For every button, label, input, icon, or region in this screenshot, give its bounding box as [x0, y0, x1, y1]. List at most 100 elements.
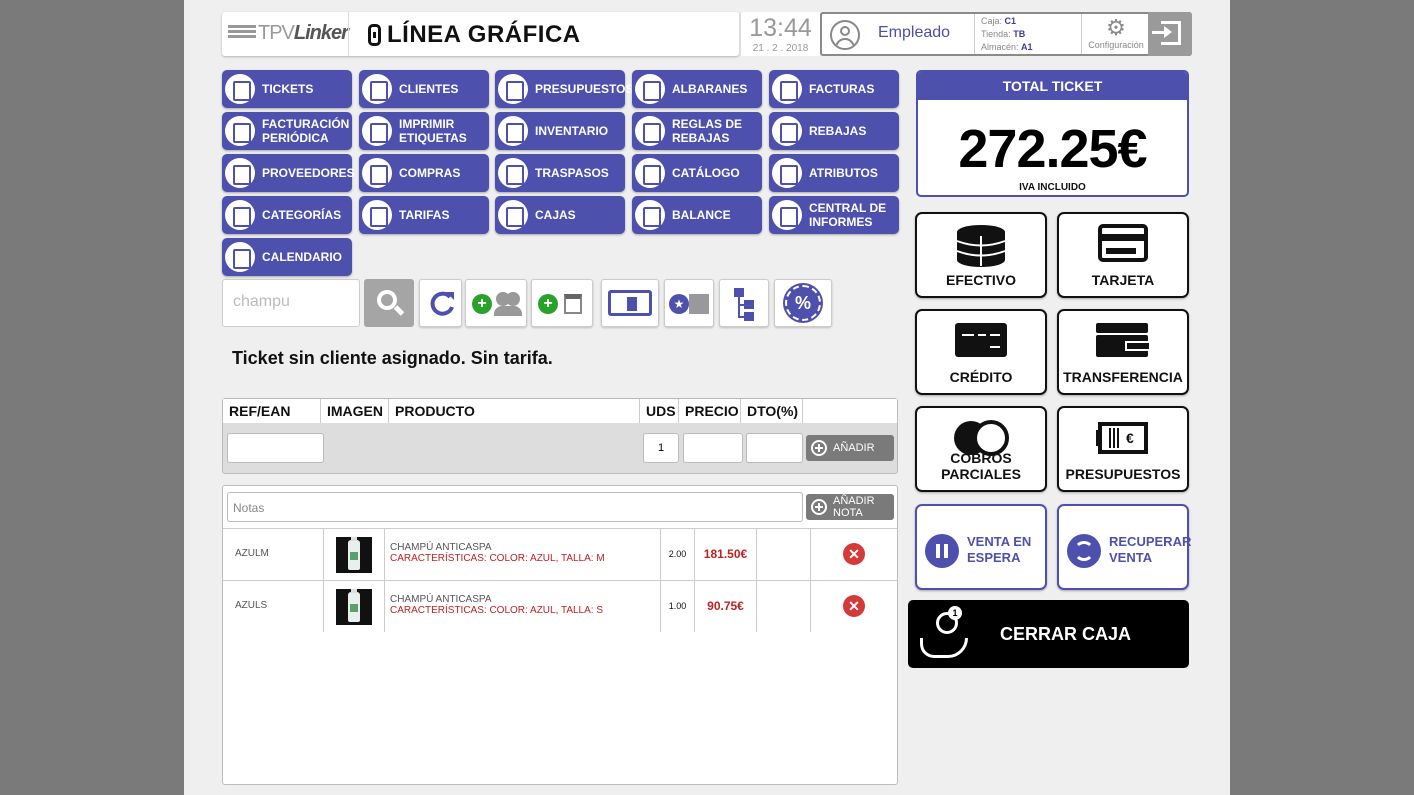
- user-avatar-icon[interactable]: [830, 20, 860, 50]
- categories-button[interactable]: [719, 279, 769, 327]
- plus-circle-icon: [811, 440, 827, 456]
- nav-label: IMPRIMIR ETIQUETAS: [399, 117, 467, 145]
- add-product-button[interactable]: AÑADIR: [806, 435, 894, 461]
- budgets-payment-button[interactable]: € PRESUPUESTOS: [1057, 406, 1189, 492]
- nav-calendario-button[interactable]: CALENDARIO: [222, 238, 352, 276]
- add-icon: +: [472, 294, 492, 314]
- product-features: CARACTERÍSTICAS: COLOR: AZUL, TALLA: M: [390, 553, 605, 564]
- nav-facturación-periódica-button[interactable]: FACTURACIÓN PERIÓDICA: [222, 112, 352, 150]
- invoice-icon: [772, 74, 802, 104]
- discount-rules-icon: [635, 116, 665, 146]
- partial-payments-button[interactable]: COBROS PARCIALES: [915, 406, 1047, 492]
- nav-tickets-button[interactable]: TICKETS: [222, 70, 352, 108]
- nav-proveedores-button[interactable]: PROVEEDORES: [222, 154, 355, 192]
- user-name[interactable]: Empleado: [878, 24, 950, 42]
- nav-label: ATRIBUTOS: [809, 166, 878, 180]
- line-uds[interactable]: 1.00: [661, 581, 695, 632]
- line-discount[interactable]: [757, 581, 811, 632]
- col-precio: PRECIO: [679, 399, 741, 423]
- logout-button[interactable]: [1148, 12, 1192, 56]
- refresh-button[interactable]: [419, 279, 462, 327]
- discount-input[interactable]: [746, 433, 803, 463]
- nav-label: PRESUPUESTOS: [535, 82, 634, 96]
- wallet-icon: [1096, 323, 1149, 357]
- store-info: Caja: C1 Tienda: TB Almacén: A1: [981, 16, 1033, 52]
- nav-label: REBAJAS: [809, 124, 867, 138]
- credit-payment-button[interactable]: CRÉDITO: [915, 309, 1047, 395]
- search-button[interactable]: [364, 279, 414, 327]
- nav-balance-button[interactable]: BALANCE: [632, 196, 762, 234]
- settings-button[interactable]: ⚙ Configuración: [1083, 16, 1149, 51]
- product-name: CHAMPÚ ANTICASPA: [390, 594, 492, 605]
- gift-card-icon: [608, 290, 652, 316]
- nav-label: CAJAS: [535, 208, 576, 222]
- product-name: CHAMPÚ ANTICASPA: [390, 542, 492, 553]
- cash-payment-button[interactable]: EFECTIVO: [915, 212, 1047, 298]
- col-imagen: IMAGEN: [321, 399, 389, 423]
- nav-compras-button[interactable]: COMPRAS: [359, 154, 489, 192]
- printer-icon: [362, 116, 392, 146]
- line-price[interactable]: 90.75€: [695, 581, 757, 632]
- discount-button[interactable]: %: [774, 279, 832, 327]
- nav-imprimir-etiquetas-button[interactable]: IMPRIMIR ETIQUETAS: [359, 112, 489, 150]
- add-supplier-button[interactable]: +: [531, 279, 593, 327]
- uds-input[interactable]: 1: [643, 433, 679, 463]
- nav-categorías-button[interactable]: CATEGORÍAS: [222, 196, 352, 234]
- plus-circle-icon: [811, 499, 827, 515]
- line-discount[interactable]: [757, 529, 811, 580]
- nav-rebajas-button[interactable]: REBAJAS: [769, 112, 899, 150]
- total-title: TOTAL TICKET: [918, 72, 1187, 100]
- line-uds[interactable]: 2.00: [661, 529, 695, 580]
- store-icon: [564, 294, 582, 314]
- product-image: [324, 581, 385, 632]
- credit-icon: [955, 323, 1007, 357]
- nav-inventario-button[interactable]: INVENTARIO: [495, 112, 625, 150]
- tienda-value: TB: [1013, 29, 1026, 39]
- table-row[interactable]: AZULS CHAMPÚ ANTICASPA CARACTERÍSTICAS: CO…: [223, 580, 897, 632]
- nav-atributos-button[interactable]: ATRIBUTOS: [769, 154, 899, 192]
- search-input[interactable]: champu: [222, 279, 360, 327]
- price-input[interactable]: [683, 433, 743, 463]
- nav-label: CENTRAL DE INFORMES: [809, 201, 887, 229]
- nav-catálogo-button[interactable]: CATÁLOGO: [632, 154, 762, 192]
- add-customer-button[interactable]: +: [465, 279, 527, 327]
- nav-cajas-button[interactable]: CAJAS: [495, 196, 625, 234]
- star-icon: ★: [669, 294, 689, 314]
- table-row[interactable]: AZULM CHAMPÚ ANTICASPA CARACTERÍSTICAS: CO…: [223, 528, 897, 580]
- add-note-button[interactable]: AÑADIR NOTA: [806, 494, 894, 520]
- company-name: LÍNEA GRÁFICA: [387, 21, 581, 48]
- nav-label: BALANCE: [672, 208, 731, 222]
- cash-stack-icon: [956, 225, 1006, 267]
- nav-central-de-informes-button[interactable]: CENTRAL DE INFORMES: [769, 196, 899, 234]
- close-register-button[interactable]: 1 CERRAR CAJA: [908, 600, 1189, 668]
- refresh-icon: [430, 291, 454, 316]
- nav-reglas-de-rebajas-button[interactable]: REGLAS DE REBAJAS: [632, 112, 762, 150]
- gift-card-button[interactable]: [601, 279, 659, 327]
- hold-sale-button[interactable]: VENTA EN ESPERA: [915, 504, 1047, 590]
- delete-icon[interactable]: ✕: [843, 595, 865, 617]
- user-panel: Empleado Caja: C1 Tienda: TB Almacén: A1…: [820, 12, 1192, 56]
- recover-sale-button[interactable]: RECUPERAR VENTA: [1057, 504, 1191, 590]
- tpvlinker-logo: TPVLinker: [228, 21, 349, 47]
- total-amount: 272.25€: [958, 119, 1147, 179]
- nav-label: COMPRAS: [399, 166, 461, 180]
- delete-icon[interactable]: ✕: [843, 543, 865, 565]
- card-payment-button[interactable]: TARJETA: [1057, 212, 1189, 298]
- nav-facturas-button[interactable]: FACTURAS: [769, 70, 899, 108]
- transfer-payment-button[interactable]: TRANSFERENCIA: [1057, 309, 1189, 395]
- notes-input[interactable]: Notas: [227, 492, 803, 522]
- ref-ean-input[interactable]: [227, 433, 324, 463]
- caja-value: C1: [1004, 16, 1017, 26]
- line-price[interactable]: 181.50€: [695, 529, 757, 580]
- nav-tarifas-button[interactable]: TARIFAS: [359, 196, 489, 234]
- nav-label: CLIENTES: [399, 82, 459, 96]
- nav-albaranes-button[interactable]: ALBARANES: [632, 70, 762, 108]
- nav-presupuestos-button[interactable]: PRESUPUESTOS: [495, 70, 633, 108]
- loyalty-button[interactable]: ★: [664, 279, 714, 327]
- pie-chart-icon: [772, 200, 802, 230]
- table-header: REF/EAN IMAGEN PRODUCTO UDS PRECIO DTO(%…: [223, 399, 897, 423]
- clipboard-icon: [498, 116, 528, 146]
- nav-clientes-button[interactable]: CLIENTES: [359, 70, 489, 108]
- nav-traspasos-button[interactable]: TRASPASOS: [495, 154, 625, 192]
- pause-icon: [925, 534, 959, 568]
